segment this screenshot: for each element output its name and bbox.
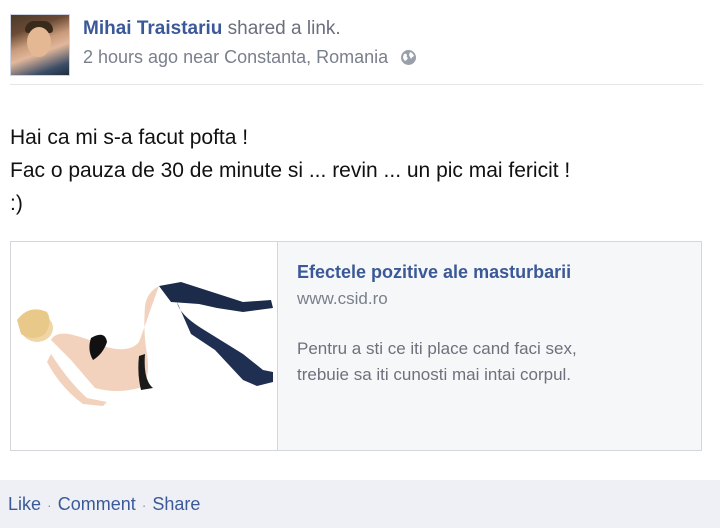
post-message: Hai ca mi s-a facut pofta ! Fac o pauza …: [10, 121, 570, 220]
header-divider: [10, 84, 703, 85]
attachment-domain: www.csid.ro: [297, 289, 388, 308]
globe-icon[interactable]: [400, 49, 417, 66]
link-attachment[interactable]: Efectele pozitive ale masturbarii www.cs…: [10, 241, 702, 451]
post-actions: Like · Comment · Share: [8, 493, 200, 516]
attachment-thumbnail[interactable]: [11, 242, 278, 450]
timestamp-line: 2 hours ago near Constanta, Romania: [83, 46, 417, 68]
comment-link[interactable]: Comment: [58, 494, 136, 514]
attachment-body: Efectele pozitive ale masturbarii www.cs…: [297, 260, 692, 388]
avatar-face: [27, 27, 51, 57]
action-separator: ·: [47, 497, 52, 513]
message-line: :): [10, 192, 23, 215]
post-header: Mihai Traistariu shared a link. 2 hours …: [10, 14, 710, 76]
post-timestamp[interactable]: 2 hours ago near Constanta, Romania: [83, 46, 388, 68]
attachment-title[interactable]: Efectele pozitive ale masturbarii: [297, 260, 692, 284]
author-name[interactable]: Mihai Traistariu: [83, 18, 222, 39]
post-meta: Mihai Traistariu shared a link. 2 hours …: [83, 18, 417, 68]
message-line: Fac o pauza de 30 de minute si ... revin…: [10, 159, 571, 182]
post-action: shared a link.: [227, 18, 341, 39]
description-line: trebuie sa iti cunosti mai intai corpul.: [297, 365, 572, 384]
attachment-description: Pentru a sti ce iti place cand faci sex,…: [297, 336, 692, 388]
post-actions-bar: Like · Comment · Share: [0, 480, 720, 528]
description-line: Pentru a sti ce iti place cand faci sex,: [297, 339, 577, 358]
message-line: Hai ca mi s-a facut pofta !: [10, 126, 249, 149]
avatar[interactable]: [10, 14, 70, 76]
author-line: Mihai Traistariu shared a link.: [83, 18, 417, 40]
action-separator: ·: [141, 497, 147, 513]
share-link[interactable]: Share: [152, 494, 200, 514]
like-link[interactable]: Like: [8, 494, 41, 514]
